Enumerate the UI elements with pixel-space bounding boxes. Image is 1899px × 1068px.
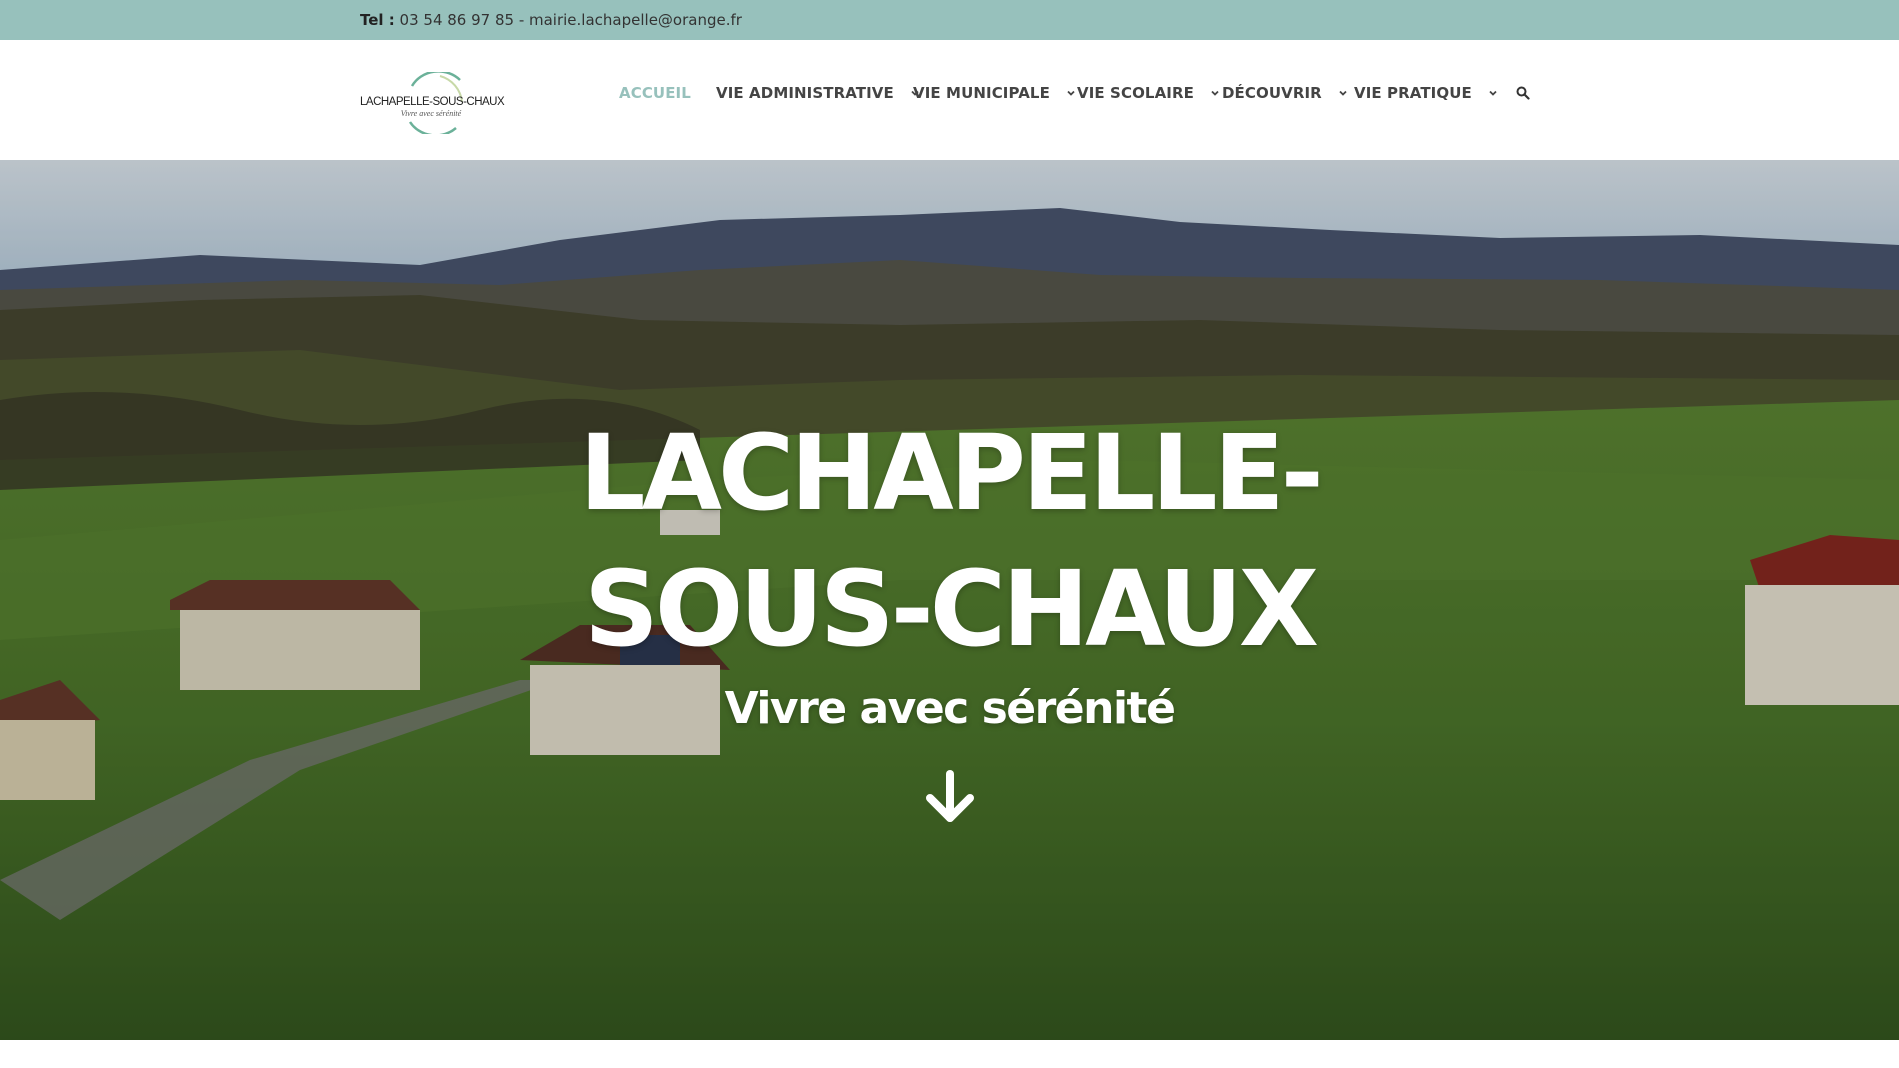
search-icon[interactable] [1516, 86, 1530, 100]
chevron-down-icon [1210, 88, 1220, 98]
nav-item-label: VIE SCOLAIRE [1077, 84, 1194, 102]
hero-title-line-1: LACHAPELLE- [579, 412, 1324, 534]
contact-info: Tel : 03 54 86 97 85 - mairie.lachapelle… [360, 11, 742, 29]
nav-item-vie-scolaire[interactable]: VIE SCOLAIRE [1077, 84, 1220, 102]
nav-item-accueil[interactable]: ACCUEIL [619, 84, 691, 102]
nav-item-vie-municipale[interactable]: VIE MUNICIPALE [913, 84, 1076, 102]
nav-item-vie-administrative[interactable]: VIE ADMINISTRATIVE [716, 84, 920, 102]
nav-item-decouvrir[interactable]: DÉCOUVRIR [1222, 84, 1348, 102]
hero-title: LACHAPELLE- SOUS-CHAUX [0, 405, 1899, 677]
hero-subtitle: Vivre avec sérénité [724, 683, 1176, 734]
tel-label: Tel : [360, 11, 395, 29]
hero-banner: LACHAPELLE- SOUS-CHAUX Vivre avec séréni… [0, 160, 1899, 1040]
hero-title-line-2: SOUS-CHAUX [583, 548, 1319, 670]
nav-item-label: DÉCOUVRIR [1222, 84, 1322, 102]
chevron-down-icon [1338, 88, 1348, 98]
arrow-down-icon[interactable] [924, 770, 976, 826]
contact-bar: Tel : 03 54 86 97 85 - mairie.lachapelle… [0, 0, 1899, 40]
nav-item-label: VIE PRATIQUE [1354, 84, 1472, 102]
nav-item-label: VIE ADMINISTRATIVE [716, 84, 894, 102]
site-header: LACHAPELLE-SOUS-CHAUX Vivre avec sérénit… [0, 40, 1899, 160]
chevron-down-icon [1066, 88, 1076, 98]
contact-details[interactable]: 03 54 86 97 85 - mairie.lachapelle@orang… [395, 11, 742, 29]
chevron-down-icon [1488, 88, 1498, 98]
nav-item-label: VIE MUNICIPALE [913, 84, 1050, 102]
nav-item-label: ACCUEIL [619, 84, 691, 102]
nav-item-vie-pratique[interactable]: VIE PRATIQUE [1354, 84, 1498, 102]
main-navigation: ACCUEIL VIE ADMINISTRATIVE VIE MUNICIPAL… [0, 40, 1899, 160]
